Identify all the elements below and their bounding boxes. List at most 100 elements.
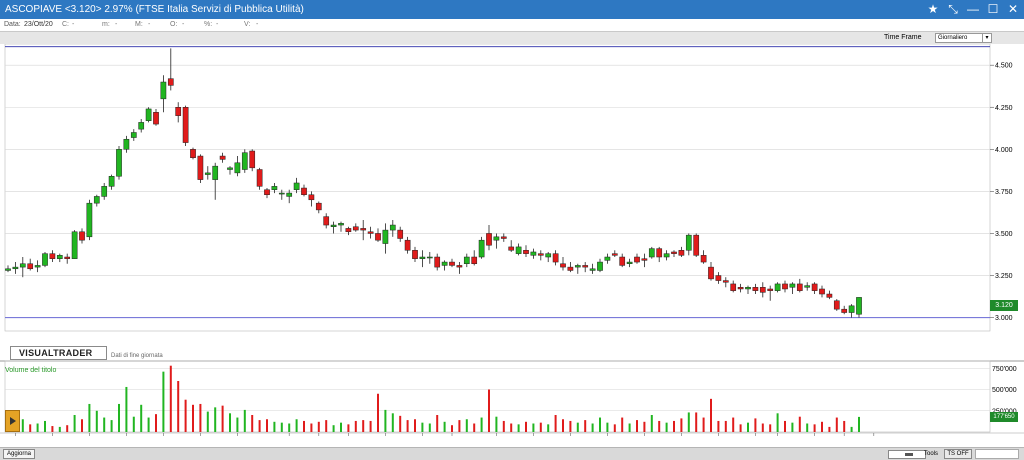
volume-bar: [562, 419, 564, 432]
volume-bar: [621, 417, 624, 432]
volume-bar: [628, 423, 631, 432]
candle-up: [330, 224, 337, 227]
volume-bar: [369, 420, 372, 432]
expand-arrow-button[interactable]: [5, 410, 20, 432]
star-icon[interactable]: ★: [924, 1, 942, 18]
candle-down: [323, 216, 330, 226]
max-value: -: [148, 21, 151, 28]
price-tick-label: 4.250: [995, 105, 1013, 112]
candle-down: [345, 228, 352, 233]
candle-up: [19, 263, 26, 268]
candle-down: [537, 253, 544, 256]
volume-info-value: -: [256, 21, 259, 28]
volume-bar: [858, 416, 860, 432]
volume-bar: [510, 423, 513, 432]
volume-bar: [399, 415, 402, 432]
candle-up: [789, 283, 796, 288]
candle-down: [175, 107, 182, 116]
pin-icon[interactable]: ⤡: [944, 1, 962, 18]
candle-up: [848, 305, 855, 313]
volume-bar: [236, 417, 239, 432]
volume-bar: [132, 416, 135, 432]
chevron-down-icon[interactable]: ▾: [982, 34, 991, 42]
volume-bar: [391, 413, 394, 432]
volume-bar: [784, 420, 786, 432]
candle-down: [249, 150, 256, 169]
volume-bar: [325, 420, 328, 432]
timeframe-select[interactable]: Giornaliero ▾: [935, 33, 992, 43]
candle-up: [774, 283, 781, 291]
candle-down: [153, 112, 159, 125]
maximize-icon[interactable]: ☐: [984, 1, 1002, 18]
candle-up: [419, 256, 426, 259]
candle-up: [685, 234, 692, 251]
price-volume-chart[interactable]: 3.0003.2503.5003.7504.0004.2504.500250'0…: [0, 44, 1024, 436]
candle-up: [589, 268, 596, 271]
volume-bar: [451, 425, 453, 432]
volume-bar: [295, 419, 298, 432]
scroll-thumb[interactable]: [905, 453, 913, 456]
candle-up: [530, 251, 537, 256]
candle-up: [204, 172, 211, 175]
candle-up: [34, 265, 41, 268]
candle-up: [804, 285, 811, 288]
candle-up: [42, 253, 48, 266]
max-label: M:: [135, 21, 143, 28]
volume-bar: [118, 403, 120, 432]
volume-bar: [798, 416, 801, 432]
candle-up: [493, 236, 500, 241]
volume-bar: [458, 420, 461, 432]
candle-up: [271, 186, 278, 190]
volume-bar: [406, 420, 409, 432]
volume-bar: [125, 386, 128, 432]
close-icon[interactable]: ✕: [1004, 1, 1022, 18]
volume-bar: [414, 419, 416, 432]
price-panel-frame: [4, 44, 991, 332]
tools-button[interactable]: Tools: [920, 449, 942, 459]
candle-down: [656, 248, 663, 258]
volume-bar: [539, 422, 542, 432]
candle-down: [404, 239, 411, 251]
minimize-icon[interactable]: —: [964, 1, 982, 18]
pct-value: -: [216, 21, 219, 28]
price-tick-label: 3.250: [995, 273, 1013, 280]
volume-bar: [362, 420, 365, 432]
volume-bar: [488, 389, 490, 432]
volume-bar: [480, 417, 483, 432]
volume-bar: [754, 418, 757, 432]
candle-up: [227, 167, 233, 170]
candle-down: [397, 229, 404, 239]
candle-down: [796, 283, 803, 291]
candle-down: [190, 149, 196, 158]
volume-bar: [214, 407, 217, 432]
candle-down: [412, 250, 418, 259]
volume-bar: [747, 422, 749, 432]
volume-bar: [813, 424, 816, 432]
candle-down: [700, 255, 707, 263]
volume-bar: [576, 422, 579, 432]
volume-bar: [384, 409, 387, 432]
candle-down: [434, 256, 441, 268]
candle-up: [293, 182, 300, 190]
volume-bar: [591, 423, 594, 432]
data-type-note: Dati di fine giornata: [111, 353, 163, 359]
candle-down: [264, 189, 270, 196]
candle-up: [597, 261, 603, 271]
candle-down: [730, 283, 737, 291]
visualtrader-logo: VISUALTRADER: [10, 346, 107, 360]
volume-bar: [229, 413, 231, 432]
volume-bar: [465, 419, 468, 432]
ts-off-button[interactable]: TS OFF: [944, 449, 972, 459]
candle-up: [212, 165, 219, 180]
candle-down: [486, 233, 492, 246]
candle-down: [182, 107, 189, 143]
price-tick-label: 3.500: [995, 231, 1013, 238]
zoom-scroll[interactable]: [975, 449, 1019, 459]
volume-bar: [354, 420, 357, 432]
volume-bar: [650, 415, 653, 432]
refresh-button[interactable]: Aggiorna: [3, 449, 35, 459]
volume-bar: [761, 423, 764, 432]
candle-down: [219, 155, 226, 160]
volume-bar: [184, 399, 187, 432]
candle-up: [574, 265, 581, 268]
